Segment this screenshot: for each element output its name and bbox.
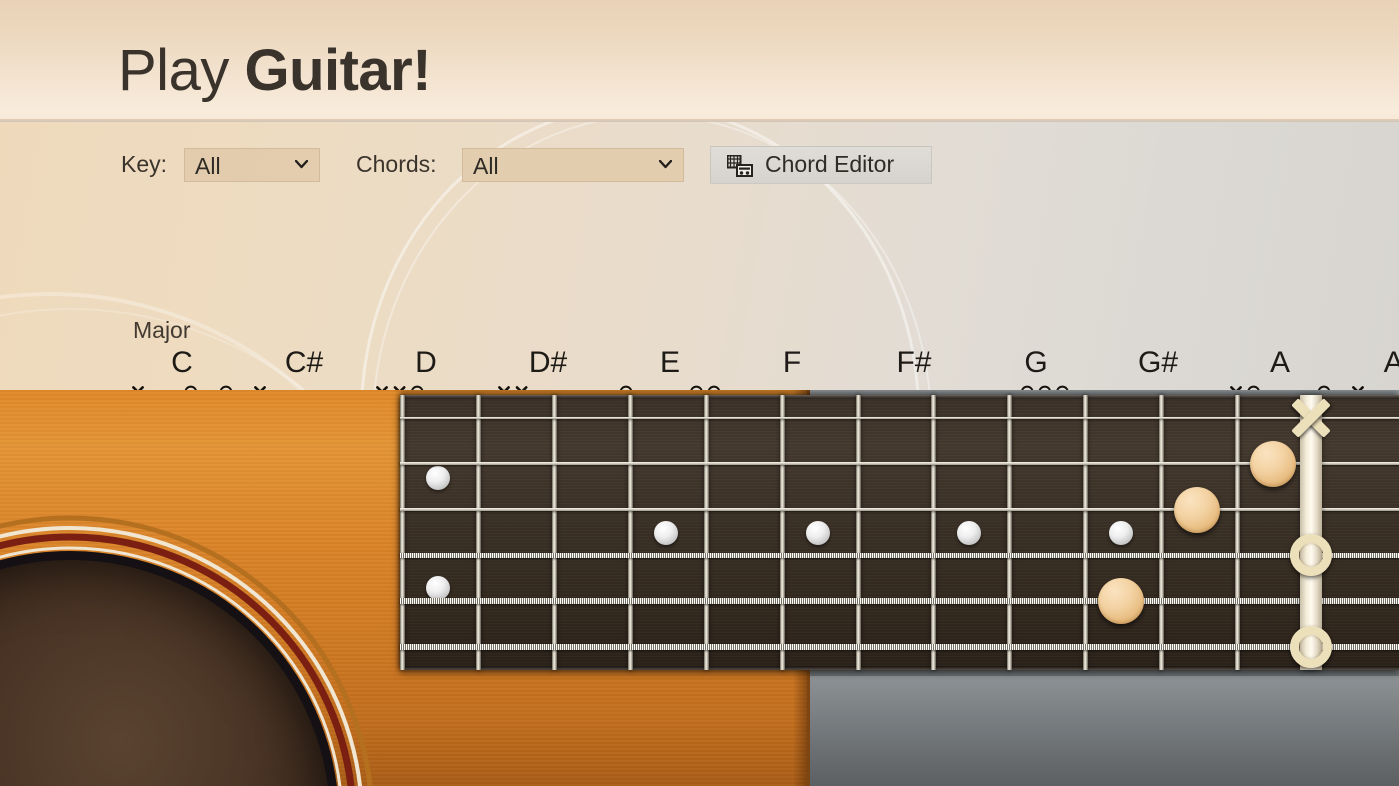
guitar-string-1[interactable] bbox=[400, 416, 1399, 419]
fret-inlay-marker bbox=[653, 520, 678, 545]
fret-wire bbox=[779, 395, 785, 670]
finger-position-dot[interactable] bbox=[1174, 486, 1221, 533]
fret-inlay-marker bbox=[957, 520, 982, 545]
chord-name: G# bbox=[1137, 346, 1179, 379]
guitar-string-4[interactable] bbox=[400, 553, 1399, 558]
chord-group-label: Major bbox=[133, 317, 191, 343]
fret-wire bbox=[703, 395, 709, 670]
chord-diagram-svg bbox=[619, 385, 721, 390]
chords-filter-dropdown[interactable]: All bbox=[462, 148, 684, 182]
chord-name: A bbox=[1269, 346, 1290, 379]
open-string-marker[interactable] bbox=[1290, 626, 1332, 669]
fret-wire bbox=[1083, 395, 1089, 670]
chord-diagram-list: C C#3 D D# E F F# G G#3 A A# bbox=[0, 346, 1399, 390]
finger-position-dot[interactable] bbox=[1250, 440, 1297, 487]
chord-diagram-svg bbox=[1021, 385, 1069, 390]
guitar-string-3[interactable] bbox=[400, 507, 1399, 512]
fret-inlay-marker bbox=[1109, 520, 1134, 545]
page-title: Play Guitar! bbox=[118, 38, 432, 103]
chord-grid-icon bbox=[726, 154, 753, 177]
chevron-down-icon bbox=[659, 160, 672, 169]
chord-diagram-svg bbox=[498, 386, 528, 390]
chord-diagram-svg bbox=[376, 385, 424, 390]
key-filter-dropdown[interactable]: All bbox=[184, 148, 320, 182]
chord-name: E bbox=[659, 346, 680, 379]
chord-diagram-Fsharp[interactable]: F# bbox=[852, 346, 976, 390]
chord-name: G bbox=[1024, 346, 1048, 379]
chord-diagram-A[interactable]: A bbox=[1218, 346, 1342, 390]
finger-position-dot[interactable] bbox=[1098, 578, 1145, 625]
chord-diagram-F[interactable]: F bbox=[730, 346, 854, 390]
chord-diagram-Asharp[interactable]: A# bbox=[1340, 346, 1399, 390]
chord-diagram-svg bbox=[132, 385, 233, 390]
chord-name: D bbox=[415, 346, 437, 379]
chord-diagram-Dsharp[interactable]: D# bbox=[486, 346, 610, 390]
chord-name: D# bbox=[528, 346, 568, 379]
app-header: Play Guitar! bbox=[0, 0, 1399, 122]
key-filter-value: All bbox=[195, 153, 221, 179]
chord-diagram-D[interactable]: D bbox=[364, 346, 488, 390]
chord-editor-button[interactable]: Chord Editor bbox=[710, 146, 932, 184]
guitar-view[interactable] bbox=[0, 390, 1399, 786]
chord-editor-label: Chord Editor bbox=[765, 151, 895, 177]
chords-filter-value: All bbox=[473, 153, 499, 179]
chord-name: C# bbox=[284, 346, 324, 379]
chord-diagram-G[interactable]: G bbox=[974, 346, 1098, 390]
chord-diagram-svg bbox=[730, 380, 854, 390]
play-guitar-app: Play Guitar! Key: All Chords: All Chord … bbox=[0, 0, 1399, 786]
fret-wire bbox=[475, 395, 481, 670]
chord-name: A# bbox=[1383, 346, 1399, 379]
toolbar: Key: All Chords: All Chord Editor bbox=[0, 122, 1399, 192]
fret-inlay-marker bbox=[805, 520, 830, 545]
fret-wire bbox=[1159, 395, 1165, 670]
title-light-part: Play bbox=[118, 38, 245, 103]
fret-inlay-marker bbox=[425, 465, 450, 490]
chord-name: C bbox=[171, 346, 193, 379]
chord-diagram-C[interactable]: C bbox=[120, 346, 244, 390]
chord-name: F bbox=[782, 346, 802, 379]
fretboard-edge bbox=[400, 395, 1399, 399]
fretboard-edge bbox=[400, 666, 1399, 670]
fret-wire bbox=[1007, 395, 1013, 670]
chord-diagram-Gsharp[interactable]: G#3 bbox=[1096, 346, 1220, 390]
guitar-string-5[interactable] bbox=[400, 598, 1399, 605]
chord-diagram-E[interactable]: E bbox=[608, 346, 732, 390]
title-bold-part: Guitar! bbox=[244, 38, 432, 103]
fret-wire bbox=[627, 395, 633, 670]
chord-diagram-svg bbox=[254, 386, 266, 390]
fret-wire bbox=[855, 395, 861, 670]
chord-diagram-svg bbox=[1096, 380, 1220, 390]
chord-browser-strip: Key: All Chords: All Chord Editor Major … bbox=[0, 122, 1399, 390]
chord-diagram-svg bbox=[852, 380, 976, 390]
chord-name: F# bbox=[896, 346, 932, 379]
muted-string-marker[interactable] bbox=[1285, 392, 1337, 444]
fret-wire bbox=[551, 395, 557, 670]
fret-inlay-marker bbox=[425, 575, 450, 600]
chord-diagram-svg bbox=[1230, 385, 1331, 390]
fretboard[interactable] bbox=[400, 395, 1399, 670]
fret-wire bbox=[1235, 395, 1241, 670]
chevron-down-icon bbox=[295, 160, 308, 169]
fret-wire bbox=[931, 395, 937, 670]
chords-filter-label: Chords: bbox=[356, 151, 437, 177]
chord-diagram-svg bbox=[1352, 386, 1364, 390]
guitar-string-6[interactable] bbox=[400, 643, 1399, 651]
open-string-marker[interactable] bbox=[1290, 534, 1332, 577]
key-filter-label: Key: bbox=[121, 151, 168, 177]
chord-diagram-Csharp[interactable]: C#3 bbox=[242, 346, 366, 390]
fret-wire bbox=[400, 395, 405, 670]
